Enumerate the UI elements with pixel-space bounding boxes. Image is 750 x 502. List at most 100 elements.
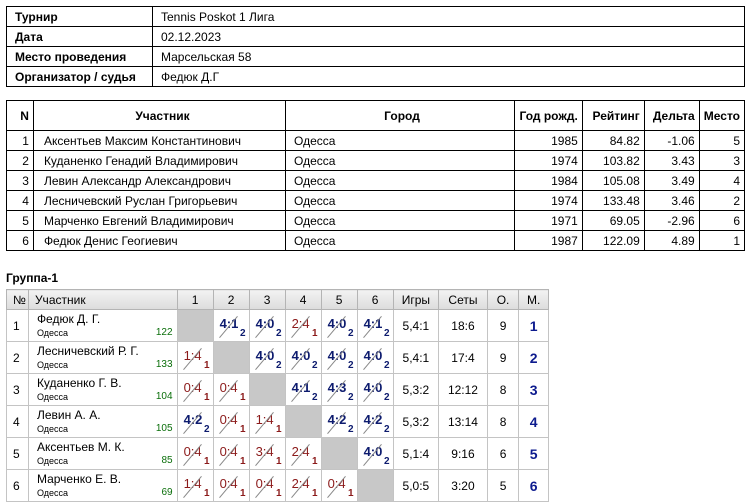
match-win: 4:02: [358, 342, 393, 373]
participant-number: 4: [6, 190, 34, 211]
group-participant-rating: 122: [155, 327, 173, 338]
group-participant-city: Одесса: [36, 487, 69, 498]
match-score-cell: 4:02: [320, 309, 358, 342]
group-col-header-2: 2: [212, 289, 250, 310]
match-points: 2: [240, 328, 246, 339]
table-row: 1 Аксентьев Максим Константинович Одесса 19…: [6, 130, 746, 151]
participant-number: 5: [6, 210, 34, 231]
match-loss: 0:4 1: [214, 406, 249, 437]
participant-birth-year: 1985: [513, 130, 583, 151]
match-points: 1: [312, 328, 318, 339]
match-loss: 0:4 1: [322, 470, 357, 501]
match-points: 2: [348, 328, 354, 339]
col-header-n: N: [6, 100, 34, 131]
match-score-cell: 4:22: [356, 405, 394, 438]
participant-delta: 3.49: [643, 170, 700, 191]
group-sets: 3:20: [438, 469, 488, 502]
group-participant-city: Одесса: [36, 359, 69, 370]
match-points: 2: [348, 424, 354, 435]
group-place: 1: [518, 309, 549, 342]
match-win: 4:02: [358, 374, 393, 405]
group-row: 3 Куданенко Г. В.Одесса 104 0:410:41 4:124:3…: [6, 373, 549, 406]
match-points: 2: [312, 360, 318, 371]
group-col-header-points: О.: [486, 289, 520, 310]
tournament-info-table: Турнир Tennis Poskot 1 Лига Дата 02.12.2023…: [6, 6, 745, 87]
participant-city: Одесса: [285, 230, 515, 251]
participants-header-row: N Участник Город Год рожд. Рейтинг Дельт…: [6, 100, 746, 131]
group-games: 5,1:4: [392, 437, 440, 470]
match-win: 4:22: [322, 406, 357, 437]
participant-number: 2: [6, 150, 34, 171]
participant-birth-year: 1971: [513, 210, 583, 231]
self-match-cell: [320, 437, 358, 470]
group-row-number: 4: [6, 405, 29, 438]
match-points: 2: [276, 328, 282, 339]
group-sets: 9:16: [438, 437, 488, 470]
participant-city: Одесса: [285, 130, 515, 151]
match-loss: 0:4 1: [178, 438, 213, 469]
match-score-cell: 0:4 1: [212, 373, 250, 406]
match-points: 2: [384, 328, 390, 339]
match-points: 1: [276, 456, 282, 467]
participant-rating: 103.82: [581, 150, 645, 171]
match-score-cell: 2:4 1: [284, 469, 322, 502]
match-score-cell: 0:4 1: [176, 437, 214, 470]
match-points: 2: [384, 456, 390, 467]
match-points: 2: [204, 424, 210, 435]
match-score-cell: 0:4 1: [212, 405, 250, 438]
self-match-cell: [248, 373, 286, 406]
group-participant-name: Федюк Д. Г.: [36, 311, 101, 326]
group-header-row: № Участник 1 2 3 4 5 6 Игры Сеты О. М.: [6, 289, 549, 310]
match-win: 4:12: [286, 374, 321, 405]
match-score-cell: 4:02: [248, 341, 286, 374]
group-points: 5: [486, 469, 520, 502]
group-place: 6: [518, 469, 549, 502]
group-participant-cell: Куданенко Г. В. Одесса 104: [27, 373, 178, 406]
group-participant-name: Левин А. А.: [36, 407, 101, 422]
participant-city: Одесса: [285, 190, 515, 211]
group-sets: 12:12: [438, 373, 488, 406]
participant-delta: -1.06: [643, 130, 700, 151]
group-games: 5,0:5: [392, 469, 440, 502]
match-score-cell: 4:02: [356, 341, 394, 374]
participant-rating: 122.09: [581, 230, 645, 251]
group-games: 5,4:1: [392, 341, 440, 374]
participants-table: N Участник Город Год рожд. Рейтинг Дельт…: [6, 100, 746, 251]
match-loss: 0:4 1: [178, 374, 213, 405]
participant-name: Марченко Евгений Владимирович: [32, 210, 287, 231]
match-points: 2: [312, 392, 318, 403]
group-row: 4Левин А. А.Одесса1054:220:411:414:224:2…: [6, 405, 549, 438]
info-row: Организатор / судья Федюк Д.Г: [6, 66, 745, 87]
match-score-cell: 1:4 1: [176, 341, 214, 374]
group-participant-city: Одесса: [36, 423, 69, 434]
match-score-cell: 0:4 1: [212, 437, 250, 470]
match-score-cell: 4:22: [176, 405, 214, 438]
group-row-number: 3: [6, 373, 29, 406]
group-participant-cell: Аксентьев М. К. Одесса 85: [27, 437, 178, 470]
participant-rating: 105.08: [581, 170, 645, 191]
participant-name: Куданенко Генадий Владимирович: [32, 150, 287, 171]
match-score-cell: 4:12: [356, 309, 394, 342]
match-score-cell: 1:4 1: [248, 405, 286, 438]
match-points: 1: [312, 456, 318, 467]
self-match-cell: [212, 341, 250, 374]
participant-place: 4: [698, 170, 746, 191]
info-row: Турнир Tennis Poskot 1 Лига: [6, 6, 745, 27]
match-points: 2: [384, 424, 390, 435]
participant-place: 3: [698, 150, 746, 171]
group-title: Группа-1: [6, 271, 59, 285]
group-place: 3: [518, 373, 549, 406]
participant-number: 1: [6, 130, 34, 151]
group-col-header-participant: Участник: [27, 289, 178, 310]
col-header-place: Место: [698, 100, 746, 131]
match-points: 2: [276, 360, 282, 371]
group-col-header-6: 6: [356, 289, 394, 310]
match-loss: 1:4 1: [250, 406, 285, 437]
match-win: 4:12: [358, 310, 393, 341]
match-loss: 2:4 1: [286, 470, 321, 501]
group-sets: 18:6: [438, 309, 488, 342]
group-place: 4: [518, 405, 549, 438]
table-row: 6 Федюк Денис Геогиевич Одесса 1987 122.09 4.…: [6, 230, 746, 251]
group-participant-name: Аксентьев М. К.: [36, 439, 125, 454]
col-header-city: Город: [285, 100, 515, 131]
